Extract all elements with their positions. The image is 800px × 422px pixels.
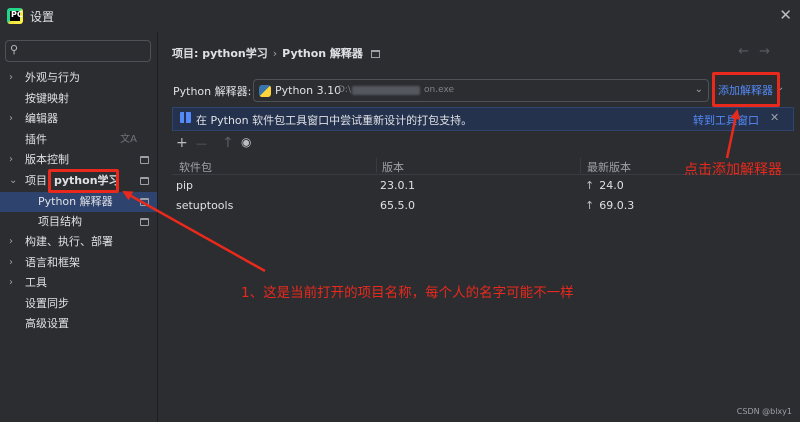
- package-latest: ↑ 24.0: [585, 179, 624, 192]
- chevron-right-icon: ›: [9, 72, 13, 83]
- chevron-right-icon: ›: [9, 257, 13, 268]
- sidebar-item-editor[interactable]: › 编辑器: [0, 109, 157, 129]
- package-name: setuptools: [176, 199, 234, 212]
- project-scope-icon: [140, 198, 149, 206]
- sidebar-item-appearance[interactable]: › 外观与行为: [0, 68, 157, 88]
- settings-sidebar: ⚲ › 外观与行为 按键映射 › 编辑器 插件 文A › 版本控制 ⌄ 项目: …: [0, 32, 158, 422]
- sidebar-item-plugins[interactable]: 插件 文A: [0, 130, 157, 150]
- package-name: pip: [176, 179, 194, 192]
- goto-tool-window-link[interactable]: 转到工具窗口: [693, 112, 759, 128]
- sidebar-item-project-structure[interactable]: 项目结构: [0, 212, 157, 232]
- sidebar-item-label: 项目:: [25, 174, 51, 187]
- banner-message: 在 Python 软件包工具窗口中尝试重新设计的打包支持。: [196, 114, 473, 127]
- sidebar-item-label: 工具: [25, 276, 47, 289]
- close-icon[interactable]: ✕: [779, 6, 792, 24]
- add-interpreter-annotation: 点击添加解释器: [684, 162, 782, 178]
- sidebar-item-tools[interactable]: › 工具: [0, 273, 157, 293]
- pycharm-logo-icon: PC: [7, 8, 23, 24]
- sidebar-item-label: 项目结构: [38, 215, 82, 228]
- sidebar-item-label: 插件: [25, 133, 47, 146]
- chevron-right-icon: ›: [9, 113, 13, 124]
- window-title: 设置: [30, 10, 55, 24]
- remove-package-icon[interactable]: —: [196, 137, 207, 150]
- settings-search[interactable]: ⚲: [5, 40, 151, 62]
- sidebar-item-label: Python 解释器: [38, 195, 113, 208]
- interpreter-path-prefix: D:\: [338, 85, 351, 95]
- sidebar-item-label: 语言和框架: [25, 256, 80, 269]
- interpreter-select[interactable]: Python 3.10 D:\ on.exe ⌄: [253, 79, 709, 102]
- table-row[interactable]: setuptools 65.5.0 ↑ 69.0.3: [172, 196, 800, 216]
- package-version: 23.0.1: [380, 179, 415, 192]
- title-bar: PC 设置 ✕: [0, 0, 800, 32]
- project-name-highlight: [48, 169, 119, 193]
- package-latest: ↑ 69.0.3: [585, 199, 635, 212]
- project-scope-icon: [370, 50, 380, 58]
- breadcrumb-page: Python 解释器: [282, 47, 363, 60]
- column-divider: [580, 158, 581, 173]
- column-header-latest[interactable]: 最新版本: [587, 159, 631, 175]
- breadcrumb-separator: ›: [272, 47, 278, 60]
- chevron-right-icon: ›: [9, 154, 13, 165]
- sidebar-item-advanced[interactable]: 高级设置: [0, 314, 157, 334]
- search-icon: ⚲: [10, 43, 19, 56]
- column-divider: [376, 158, 377, 173]
- chevron-right-icon: ›: [9, 236, 13, 247]
- interpreter-path-suffix: on.exe: [424, 85, 455, 95]
- translate-icon: 文A: [120, 134, 137, 145]
- search-input[interactable]: [24, 43, 144, 59]
- sidebar-item-label: 设置同步: [25, 297, 69, 310]
- project-scope-icon: [140, 177, 149, 185]
- gift-icon: [180, 112, 191, 123]
- chevron-right-icon: ›: [9, 277, 13, 288]
- add-interpreter-highlight: [712, 72, 780, 107]
- project-name-annotation: 1、这是当前打开的项目名称，每个人的名字可能不一样: [241, 285, 574, 301]
- sidebar-item-build[interactable]: › 构建、执行、部署: [0, 232, 157, 252]
- watermark: CSDN @blxy1: [736, 407, 792, 416]
- history-nav: ←→: [738, 44, 780, 59]
- upgrade-arrow-icon: ↑: [585, 199, 595, 212]
- sidebar-item-vcs[interactable]: › 版本控制: [0, 150, 157, 170]
- sidebar-item-python-interpreter[interactable]: Python 解释器: [0, 192, 157, 212]
- redacted-path: [352, 86, 420, 95]
- add-package-icon[interactable]: +: [176, 135, 188, 151]
- sidebar-item-label: 编辑器: [25, 112, 58, 125]
- sidebar-item-languages[interactable]: › 语言和框架: [0, 253, 157, 273]
- forward-arrow-icon[interactable]: →: [759, 44, 780, 59]
- eye-icon[interactable]: ◉: [241, 135, 251, 149]
- upgrade-package-icon[interactable]: ↑: [222, 135, 234, 151]
- breadcrumb: 项目: python学习 › Python 解释器: [172, 45, 380, 61]
- sidebar-item-label: 构建、执行、部署: [25, 235, 113, 248]
- sidebar-item-label: 版本控制: [25, 153, 69, 166]
- packaging-banner: 在 Python 软件包工具窗口中尝试重新设计的打包支持。 转到工具窗口 ✕: [172, 107, 794, 131]
- column-header-package[interactable]: 软件包: [179, 159, 212, 175]
- sidebar-item-label: 高级设置: [25, 317, 69, 330]
- python-logo-icon: [259, 85, 271, 97]
- interpreter-label: Python 解释器:: [173, 85, 252, 98]
- close-icon[interactable]: ✕: [770, 111, 779, 124]
- chevron-down-icon: ⌄: [9, 175, 18, 186]
- project-scope-icon: [140, 156, 149, 164]
- package-version: 65.5.0: [380, 199, 415, 212]
- sidebar-item-label: 按键映射: [25, 92, 69, 105]
- sidebar-item-settings-sync[interactable]: 设置同步: [0, 294, 157, 314]
- sidebar-item-label: 外观与行为: [25, 71, 80, 84]
- interpreter-name: Python 3.10: [275, 84, 342, 97]
- sidebar-item-keymap[interactable]: 按键映射: [0, 89, 157, 109]
- column-header-version[interactable]: 版本: [382, 159, 404, 175]
- breadcrumb-project: 项目: python学习: [172, 47, 268, 60]
- settings-main-panel: 项目: python学习 › Python 解释器 ←→ Python 解释器: P…: [159, 32, 800, 422]
- back-arrow-icon[interactable]: ←: [738, 44, 759, 59]
- upgrade-arrow-icon: ↑: [585, 179, 595, 192]
- chevron-down-icon: ⌄: [694, 84, 703, 95]
- project-scope-icon: [140, 218, 149, 226]
